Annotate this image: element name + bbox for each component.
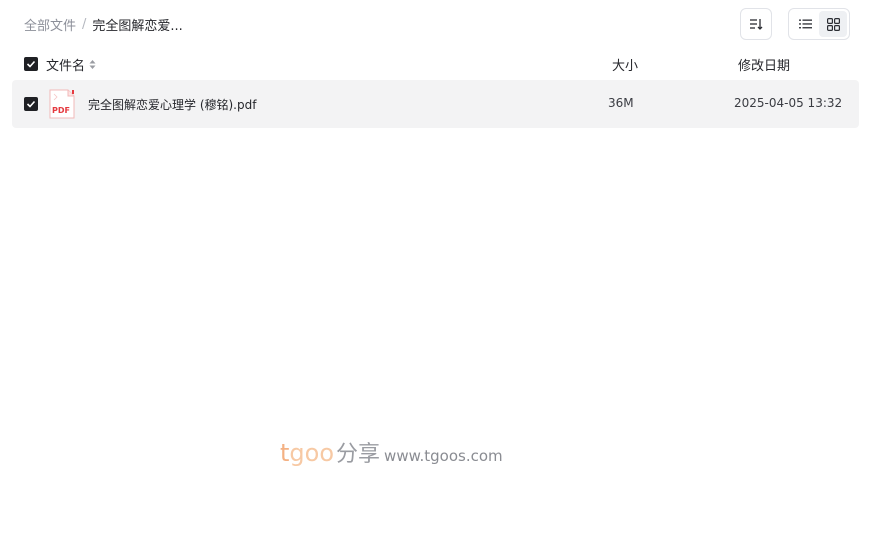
- breadcrumb-current-folder: 完全图解恋爱...: [92, 18, 183, 34]
- file-size: 36M: [608, 96, 634, 110]
- file-modified-date: 2025-04-05 13:32: [734, 96, 843, 110]
- table-row[interactable]: PDF 完全图解恋爱心理学 (穆铭).pdf 36M 2025-04-05 13…: [12, 80, 859, 128]
- list-view-icon: [798, 19, 812, 29]
- column-header-date[interactable]: 修改日期: [738, 55, 790, 74]
- pdf-icon-label: PDF: [52, 106, 70, 115]
- watermark-url: www.tgoos.com: [384, 447, 503, 465]
- sort-icon: [750, 19, 763, 30]
- column-header-size[interactable]: 大小: [612, 55, 638, 74]
- row-checkbox[interactable]: [24, 97, 38, 111]
- sort-toggle-icon: [89, 59, 96, 70]
- watermark-goo: goo: [289, 439, 335, 467]
- file-browser: 全部文件 / 完全图解恋爱... 文件名 大小 修改日期 PDF 完全图解恋爱心…: [0, 0, 874, 538]
- breadcrumb: 全部文件 / 完全图解恋爱...: [24, 15, 183, 34]
- select-all-checkbox[interactable]: [24, 57, 38, 71]
- checkmark-icon: [26, 60, 36, 68]
- checkmark-icon: [26, 100, 36, 108]
- breadcrumb-root-link[interactable]: 全部文件: [24, 15, 76, 34]
- column-header-name-label: 文件名: [46, 59, 86, 74]
- view-toggle: [788, 8, 850, 40]
- watermark-share-text: 分享: [336, 442, 381, 467]
- column-header-name[interactable]: 文件名: [46, 55, 96, 74]
- breadcrumb-separator: /: [82, 16, 87, 32]
- pdf-file-icon: PDF: [48, 89, 76, 119]
- grid-view-button[interactable]: [819, 11, 847, 37]
- sort-button[interactable]: [740, 8, 772, 40]
- list-view-button[interactable]: [791, 11, 819, 37]
- watermark-t: t: [280, 439, 290, 467]
- file-name[interactable]: 完全图解恋爱心理学 (穆铭).pdf: [88, 96, 256, 113]
- table-header: 文件名 大小 修改日期: [12, 48, 859, 80]
- watermark: t goo 分享 www.tgoos.com: [280, 436, 503, 468]
- grid-view-icon: [826, 17, 840, 31]
